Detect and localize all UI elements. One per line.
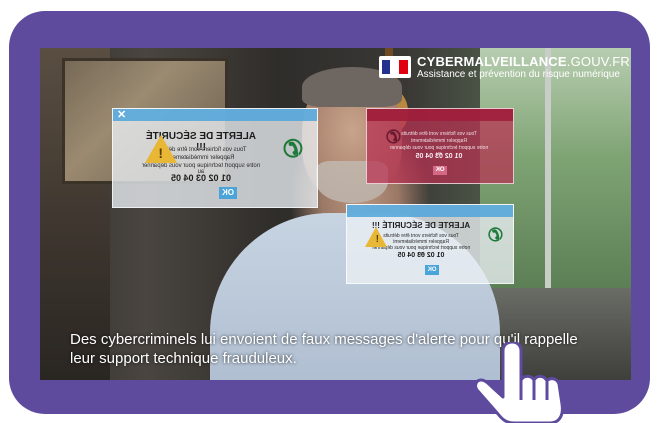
popup-phone-number: 01 02 03 04 05 <box>415 153 463 160</box>
flag-blue <box>382 60 390 74</box>
fake-alert-popup: ✆ Tous vos fichiers vont être détruits R… <box>366 108 514 184</box>
ok-button[interactable]: OK <box>219 187 237 199</box>
ok-button[interactable]: OK <box>433 166 447 175</box>
brand-name-suffix: .GOUV.FR <box>566 54 631 69</box>
flag-red <box>399 60 408 74</box>
brand-tagline: Assistance et prévention du risque numér… <box>417 69 620 80</box>
popup-titlebar <box>367 109 513 121</box>
popup-text: Tous vos fichiers vont être détruits <box>401 131 477 137</box>
video-player[interactable]: ✕ ✆ ALERTE DE SÉCURITÉ !!! Tous vos fich… <box>40 48 631 380</box>
popup-titlebar <box>113 109 317 121</box>
hand-pointer-icon <box>474 342 564 423</box>
brand-name: CYBERMALVEILLANCE.GOUV.FR <box>417 54 630 69</box>
popup-phone-number: 01 02 03 04 05 <box>397 252 445 259</box>
flag-icon <box>379 56 411 78</box>
brand-logo: CYBERMALVEILLANCE.GOUV.FR Assistance et … <box>379 54 630 82</box>
phone-icon: ✆ <box>487 225 503 245</box>
popup-text: Rappeler immédiatement <box>411 138 467 144</box>
fake-alert-popup: ✕ ✆ ALERTE DE SÉCURITÉ !!! Tous vos fich… <box>112 108 318 208</box>
ok-button[interactable]: OK <box>425 265 439 275</box>
warning-mark: ! <box>375 234 379 245</box>
close-icon[interactable]: ✕ <box>117 108 126 121</box>
popup-phone-number: 01 02 03 04 05 <box>170 173 232 183</box>
window-frame <box>545 48 551 328</box>
fake-alert-popup: ✆ ALERTE DE SÉCURITÉ !!! Tous vos fichie… <box>346 204 514 284</box>
warning-mark: ! <box>158 145 163 161</box>
phone-icon: ✆ <box>282 136 303 163</box>
popup-titlebar <box>347 205 513 217</box>
flag-white <box>390 60 399 74</box>
brand-name-bold: CYBERMALVEILLANCE <box>417 54 567 69</box>
